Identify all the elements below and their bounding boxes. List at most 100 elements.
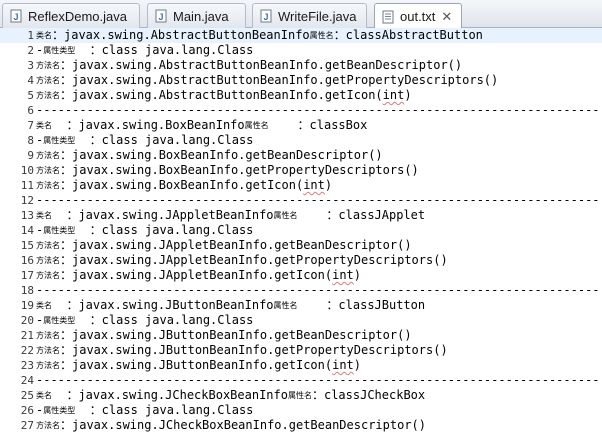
tab-writefile-java[interactable]: J WriteFile.java — [252, 3, 367, 28]
line-text: 方法名：javax.swing.AbstractButtonBeanInfo.g… — [36, 73, 498, 88]
line-text: 方法名：javax.swing.JAppletBeanInfo.getPrope… — [36, 253, 448, 268]
line-text: 方法名：javax.swing.JButtonBeanInfo.getIcon(… — [36, 358, 361, 373]
text-line[interactable]: 13 类名 ：javax.swing.JAppletBeanInfo属性名 ：cl… — [0, 208, 602, 223]
tab-out-txt[interactable]: out.txt ✕ — [374, 3, 462, 29]
code-text: ：javax.swing.AbstractButtonBeanInfo — [52, 28, 310, 42]
text-line[interactable]: 22 方法名：javax.swing.JButtonBeanInfo.getPro… — [0, 343, 602, 358]
line-text: 方法名：javax.swing.JAppletBeanInfo.getBeanD… — [36, 238, 412, 253]
text-line[interactable]: 20 -属性类型 ：class java.lang.Class — [0, 313, 602, 328]
line-number: 19 — [20, 299, 34, 312]
line-text: 方法名：javax.swing.JAppletBeanInfo.getIcon(… — [36, 268, 361, 283]
code-text: ：class java.lang.Class — [75, 403, 254, 417]
label-text: 类名 — [36, 301, 52, 310]
line-number: 12 — [20, 194, 34, 207]
line-number: 22 — [20, 344, 34, 357]
text-line[interactable]: 24 --------------------------------------… — [0, 373, 602, 388]
line-number: 17 — [20, 269, 34, 282]
label-text: 方法名 — [36, 151, 60, 160]
line-number: 20 — [20, 314, 34, 327]
code-text: ：javax.swing.JAppletBeanInfo.getIcon( — [60, 268, 333, 282]
code-text: ：javax.swing.JButtonBeanInfo.getProperty… — [60, 343, 448, 357]
text-line[interactable]: 8 -属性类型 ：class java.lang.Class — [0, 133, 602, 148]
text-line[interactable]: 5 方法名：javax.swing.AbstractButtonBeanInfo.… — [0, 88, 602, 103]
code-text: ----------------------------------------… — [36, 103, 600, 117]
code-text: ：javax.swing.AbstractButtonBeanInfo.getI… — [60, 88, 383, 102]
label-text: 类名 — [36, 31, 52, 40]
text-line[interactable]: 18 --------------------------------------… — [0, 283, 602, 298]
line-text: -属性类型 ：class java.lang.Class — [36, 223, 253, 238]
code-text: ：javax.swing.JButtonBeanInfo.getIcon( — [60, 358, 333, 372]
line-text: 方法名：javax.swing.BoxBeanInfo.getIcon(int) — [36, 178, 332, 193]
text-line[interactable]: 23 方法名：javax.swing.JButtonBeanInfo.getIco… — [0, 358, 602, 373]
line-number: 3 — [27, 59, 34, 72]
line-number: 4 — [27, 74, 34, 87]
line-text: ----------------------------------------… — [36, 283, 600, 298]
text-line[interactable]: 4 方法名：javax.swing.AbstractButtonBeanInfo.… — [0, 73, 602, 88]
line-number: 10 — [20, 164, 34, 177]
text-line[interactable]: 19 类名 ：javax.swing.JButtonBeanInfo属性名 ：cl… — [0, 298, 602, 313]
line-number: 25 — [20, 389, 34, 402]
text-line[interactable]: 21 方法名：javax.swing.JButtonBeanInfo.getBea… — [0, 328, 602, 343]
line-text: -属性类型 ：class java.lang.Class — [36, 43, 253, 58]
svg-text:J: J — [263, 12, 268, 22]
close-tab-icon[interactable]: ✕ — [441, 9, 452, 25]
text-line[interactable]: 12 --------------------------------------… — [0, 193, 602, 208]
label-text: 方法名 — [36, 166, 60, 175]
line-text: 类名 ：javax.swing.JAppletBeanInfo属性名 ：clas… — [36, 208, 425, 223]
text-line[interactable]: 2 -属性类型 ：class java.lang.Class — [0, 43, 602, 58]
line-number: 14 — [20, 224, 34, 237]
line-text: 方法名：javax.swing.BoxBeanInfo.getBeanDescr… — [36, 148, 383, 163]
code-text: ：javax.swing.BoxBeanInfo — [52, 118, 245, 132]
text-line[interactable]: 6 ---------------------------------------… — [0, 103, 602, 118]
line-number: 5 — [27, 89, 34, 102]
line-text: 方法名：javax.swing.JButtonBeanInfo.getBeanD… — [36, 328, 412, 343]
text-line[interactable]: 17 方法名：javax.swing.JAppletBeanInfo.getIco… — [0, 268, 602, 283]
text-file-icon — [381, 10, 395, 24]
text-line[interactable]: 14 -属性类型 ：class java.lang.Class — [0, 223, 602, 238]
code-text: ) — [353, 268, 362, 282]
code-text: ：classBox — [268, 118, 368, 132]
java-file-icon: J — [9, 9, 23, 23]
text-line[interactable]: 25 类名 ：javax.swing.JCheckBoxBeanInfo属性名：c… — [0, 388, 602, 403]
text-line[interactable]: 7 类名 ：javax.swing.BoxBeanInfo属性名 ：classBo… — [0, 118, 602, 133]
code-text: ：javax.swing.BoxBeanInfo.getBeanDescript… — [60, 148, 383, 162]
label-text: 属性类型 — [43, 316, 76, 325]
line-text: 类名 ：javax.swing.JCheckBoxBeanInfo属性名：cla… — [36, 388, 425, 403]
label-text: 类名 — [36, 211, 52, 220]
line-number: 16 — [20, 254, 34, 267]
line-text: 类名 ：javax.swing.BoxBeanInfo属性名 ：classBox — [36, 118, 367, 133]
text-editor[interactable]: 1 类名：javax.swing.AbstractButtonBeanInfo属性… — [0, 28, 602, 441]
text-line[interactable]: 26 -属性类型 ：class java.lang.Class — [0, 403, 602, 418]
label-text: 属性名 — [287, 391, 312, 400]
line-text: ----------------------------------------… — [36, 193, 600, 208]
text-line[interactable]: 15 方法名：javax.swing.JAppletBeanInfo.getBea… — [0, 238, 602, 253]
label-text: 属性类型 — [43, 226, 76, 235]
code-text: ) — [404, 88, 412, 102]
label-text: 方法名 — [36, 256, 60, 265]
line-text: 方法名：javax.swing.JCheckBoxBeanInfo.getBea… — [36, 418, 426, 433]
text-line[interactable]: 16 方法名：javax.swing.JAppletBeanInfo.getPro… — [0, 253, 602, 268]
code-text: ：javax.swing.JButtonBeanInfo.getBeanDesc… — [60, 328, 412, 342]
tab-reflexdemo-java[interactable]: J ReflexDemo.java — [2, 3, 140, 28]
code-text: ) — [353, 358, 362, 372]
code-text: ：javax.swing.JAppletBeanInfo — [52, 208, 274, 222]
spelling-squiggle-text: int — [332, 268, 354, 282]
text-line[interactable]: 27 方法名：javax.swing.JCheckBoxBeanInfo.getB… — [0, 418, 602, 433]
line-number: 8 — [27, 134, 34, 147]
text-line[interactable]: 10 方法名：javax.swing.BoxBeanInfo.getPropert… — [0, 163, 602, 178]
tab-main-java[interactable]: J Main.java — [147, 3, 246, 28]
code-text: ：class java.lang.Class — [75, 223, 254, 237]
line-number: 1 — [27, 29, 34, 42]
code-text: ：javax.swing.BoxBeanInfo.getIcon( — [60, 178, 304, 192]
text-line[interactable]: 11 方法名：javax.swing.BoxBeanInfo.getIcon(in… — [0, 178, 602, 193]
code-text: ) — [324, 178, 333, 192]
code-text: ：class java.lang.Class — [75, 313, 254, 327]
line-text: -属性类型 ：class java.lang.Class — [36, 133, 253, 148]
line-number: 26 — [20, 404, 34, 417]
line-number: 24 — [20, 374, 34, 387]
text-line[interactable]: 9 方法名：javax.swing.BoxBeanInfo.getBeanDesc… — [0, 148, 602, 163]
svg-text:J: J — [13, 12, 18, 22]
current-line[interactable]: 1 类名：javax.swing.AbstractButtonBeanInfo属性… — [0, 28, 602, 43]
code-text: ：javax.swing.JAppletBeanInfo.getProperty… — [60, 253, 448, 267]
text-line[interactable]: 3 方法名：javax.swing.AbstractButtonBeanInfo.… — [0, 58, 602, 73]
